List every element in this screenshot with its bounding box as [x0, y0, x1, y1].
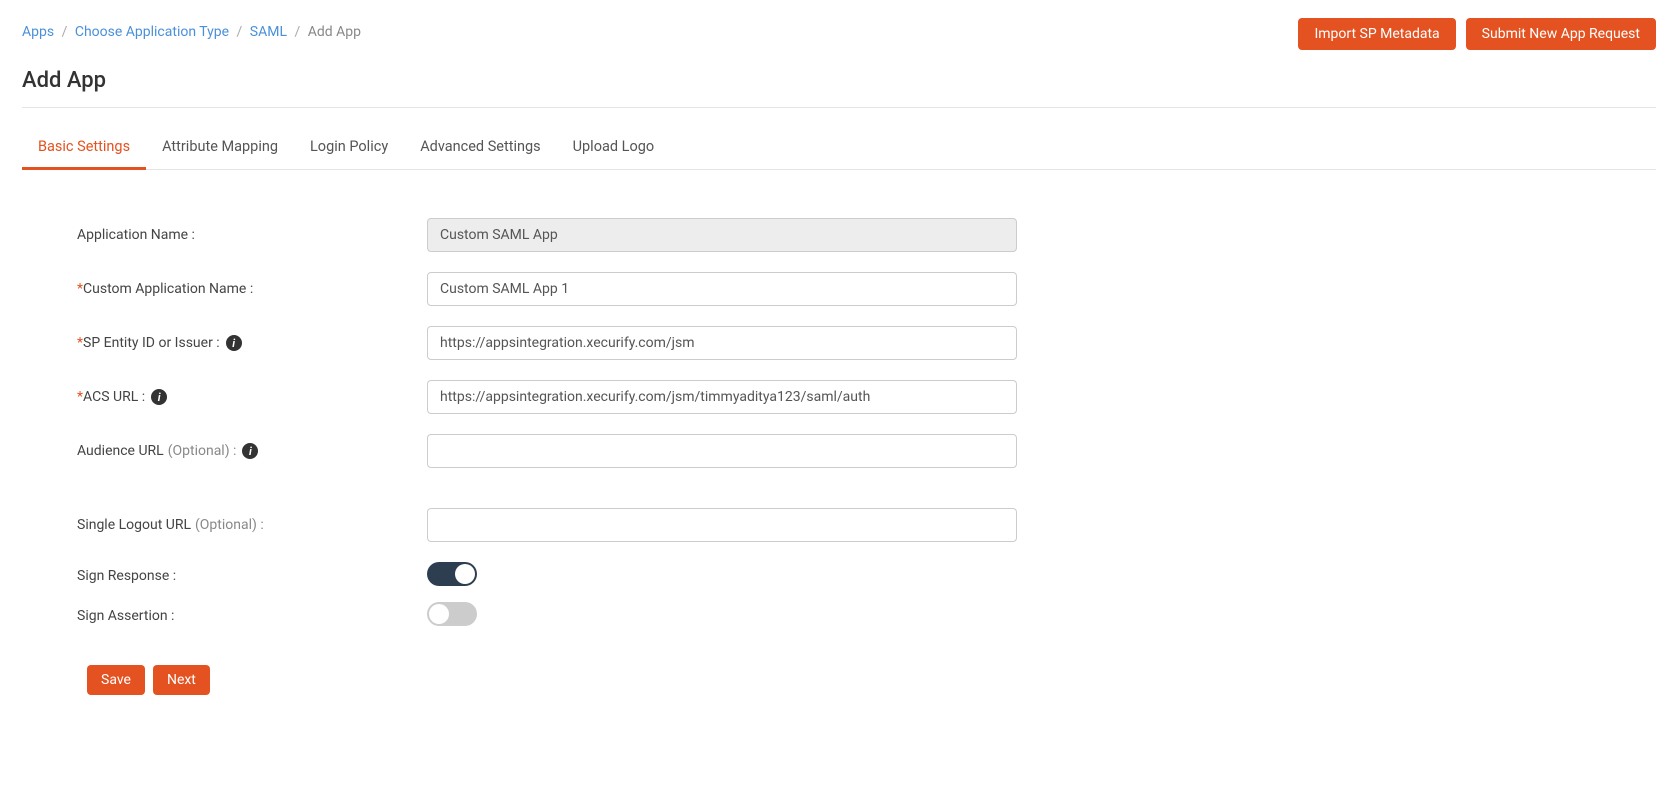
tab-upload-logo[interactable]: Upload Logo: [557, 128, 671, 170]
next-button[interactable]: Next: [153, 665, 210, 695]
import-sp-metadata-button[interactable]: Import SP Metadata: [1298, 18, 1455, 50]
breadcrumb-saml[interactable]: SAML: [250, 24, 287, 40]
info-icon[interactable]: i: [151, 389, 167, 405]
sign-assertion-toggle[interactable]: [427, 602, 477, 626]
divider: [22, 107, 1656, 108]
tab-basic-settings[interactable]: Basic Settings: [22, 128, 146, 170]
tab-attribute-mapping[interactable]: Attribute Mapping: [146, 128, 294, 170]
info-icon[interactable]: i: [226, 335, 242, 351]
breadcrumb: Apps / Choose Application Type / SAML / …: [22, 18, 361, 40]
label-application-name: Application Name :: [77, 227, 427, 243]
label-custom-application-name: *Custom Application Name :: [77, 281, 427, 297]
sign-response-toggle[interactable]: [427, 562, 477, 586]
label-sign-response: Sign Response :: [77, 568, 427, 584]
tab-advanced-settings[interactable]: Advanced Settings: [404, 128, 556, 170]
label-single-logout-url: Single Logout URL (Optional) :: [77, 517, 427, 533]
breadcrumb-choose-type[interactable]: Choose Application Type: [75, 24, 229, 40]
audience-url-input[interactable]: [427, 434, 1017, 468]
breadcrumb-sep: /: [237, 24, 243, 40]
sp-entity-id-input[interactable]: [427, 326, 1017, 360]
page-title: Add App: [22, 68, 1656, 93]
submit-new-app-request-button[interactable]: Submit New App Request: [1466, 18, 1656, 50]
breadcrumb-sep: /: [62, 24, 68, 40]
acs-url-input[interactable]: [427, 380, 1017, 414]
form-basic-settings: Application Name : *Custom Application N…: [22, 170, 1072, 715]
single-logout-url-input[interactable]: [427, 508, 1017, 542]
custom-application-name-input[interactable]: [427, 272, 1017, 306]
save-button[interactable]: Save: [87, 665, 145, 695]
toggle-knob: [429, 604, 449, 624]
breadcrumb-sep: /: [295, 24, 301, 40]
application-name-input: [427, 218, 1017, 252]
label-sign-assertion: Sign Assertion :: [77, 608, 427, 624]
toggle-knob: [455, 564, 475, 584]
tab-login-policy[interactable]: Login Policy: [294, 128, 404, 170]
breadcrumb-current: Add App: [308, 24, 361, 40]
tabs: Basic Settings Attribute Mapping Login P…: [22, 128, 1656, 170]
breadcrumb-apps[interactable]: Apps: [22, 24, 54, 40]
info-icon[interactable]: i: [242, 443, 258, 459]
label-audience-url: Audience URL (Optional) : i: [77, 443, 427, 459]
label-acs-url: *ACS URL : i: [77, 389, 427, 405]
label-sp-entity-id: *SP Entity ID or Issuer : i: [77, 335, 427, 351]
